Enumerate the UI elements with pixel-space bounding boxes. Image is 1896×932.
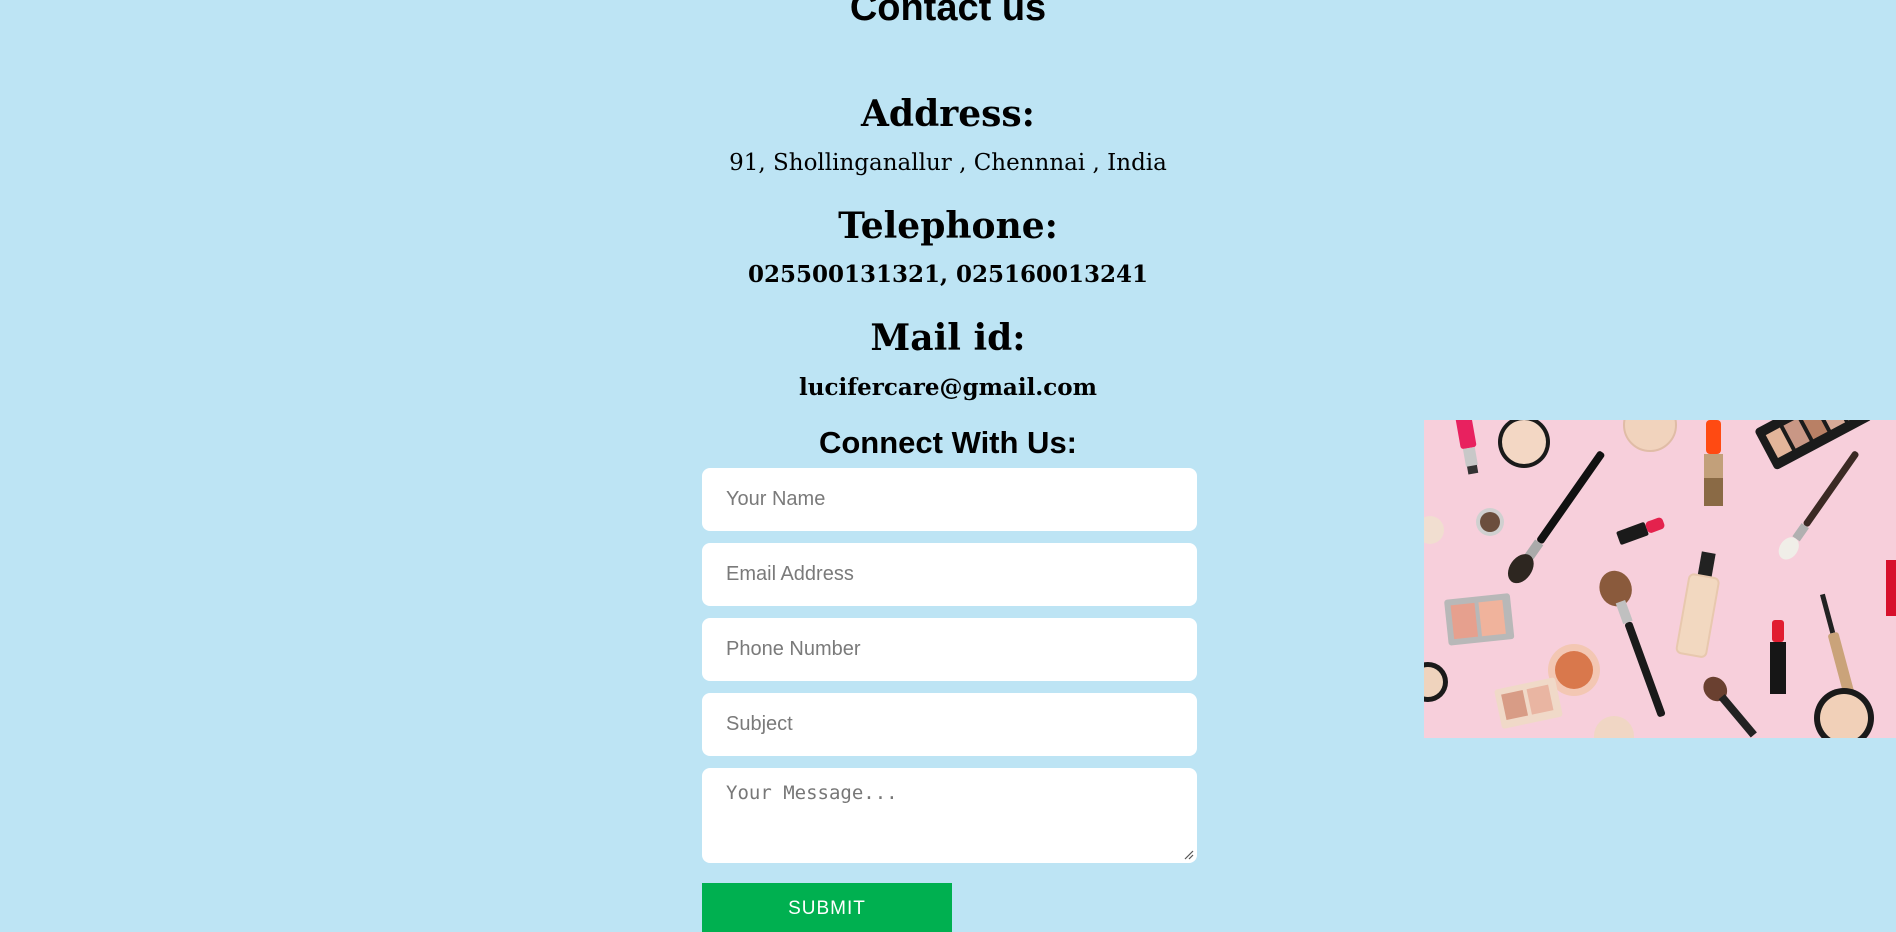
telephone-text: 025500131321, 025160013241 xyxy=(747,261,1149,288)
address-text: 91, Shollinganallur , Chennnai , India xyxy=(729,150,1167,176)
cosmetics-image xyxy=(1424,420,1896,738)
page-title: Contact us xyxy=(849,0,1047,29)
submit-button[interactable]: SUBMIT xyxy=(702,883,952,932)
address-heading: Address: xyxy=(861,93,1035,135)
subject-input[interactable] xyxy=(702,693,1197,756)
name-input[interactable] xyxy=(702,468,1197,531)
message-textarea[interactable] xyxy=(702,768,1197,863)
resize-handle-icon[interactable] xyxy=(1184,850,1194,860)
mail-heading: Mail id: xyxy=(870,317,1026,359)
cosmetics-flatlay-image xyxy=(1424,420,1896,738)
phone-input[interactable] xyxy=(702,618,1197,681)
mail-text: lucifercare@gmail.com xyxy=(799,374,1097,401)
telephone-heading: Telephone: xyxy=(838,205,1058,247)
email-input[interactable] xyxy=(702,543,1197,606)
